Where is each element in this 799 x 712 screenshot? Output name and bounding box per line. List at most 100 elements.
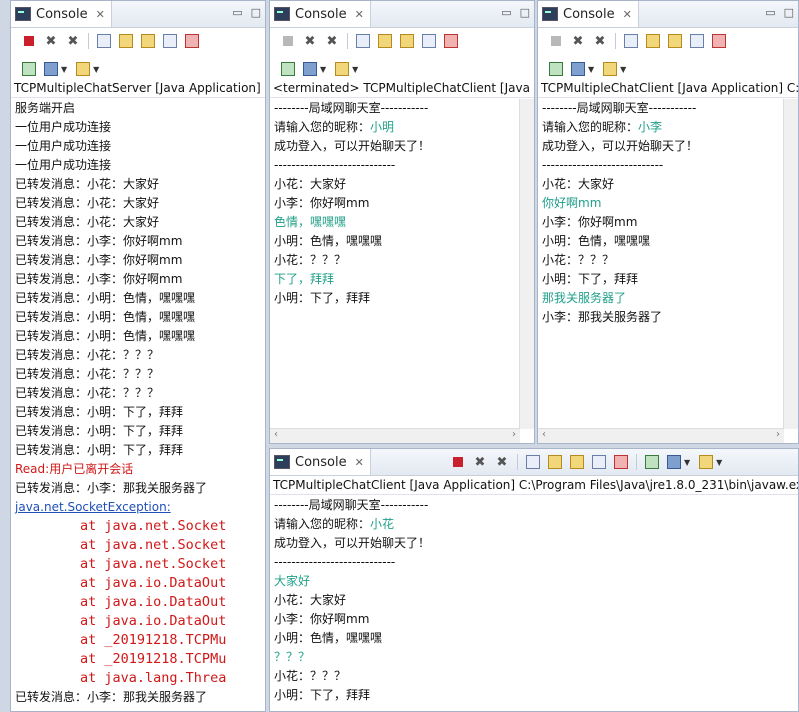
chevron-down-icon[interactable]: ▼ [93,65,99,74]
open-console-button[interactable] [600,59,620,79]
open-console-button[interactable] [696,452,716,472]
chevron-down-icon[interactable]: ▼ [61,65,67,74]
console-line: 已转发消息：小明：色情，嘿嘿嘿 [15,291,196,305]
scroll-lock-button[interactable] [643,31,663,51]
open-console-button[interactable] [332,59,352,79]
word-wrap-button[interactable] [665,31,685,51]
pin-console-button[interactable] [546,59,566,79]
console-line: --------局域网聊天室----------- [542,101,697,115]
close-icon[interactable]: ✕ [355,8,364,21]
console-tab[interactable]: Console ✕ [270,1,371,27]
console-output[interactable]: --------局域网聊天室----------- 请输入您的昵称：小花成功登入，… [270,496,798,711]
chevron-down-icon[interactable]: ▼ [352,65,358,74]
terminate-button[interactable] [448,452,468,472]
display-console-button[interactable] [300,59,320,79]
display-console-button[interactable] [568,59,588,79]
maximize-icon[interactable]: □ [784,6,794,19]
console-line: --------局域网聊天室----------- [274,101,429,115]
monitor-icon [303,62,317,76]
console-line: --------局域网聊天室----------- [274,498,429,512]
word-wrap-button[interactable] [397,31,417,51]
remove-launch-button[interactable]: ✖ [41,31,61,51]
console-output[interactable]: 服务端开启 一位用户成功连接 一位用户成功连接 一位用户成功连接 已转发消息：小花：大家… [11,99,265,711]
vertical-scrollbar[interactable] [783,99,798,429]
word-wrap-button[interactable] [567,452,587,472]
maximize-icon[interactable]: □ [251,6,261,19]
minimize-icon[interactable]: ▭ [501,6,511,19]
show-stderr-button[interactable] [709,31,729,51]
console-output[interactable]: --------局域网聊天室----------- 请输入您的昵称：小李 成功登入，… [538,99,784,429]
console-tab[interactable]: Console ✕ [538,1,639,27]
clear-console-button[interactable] [621,31,641,51]
console-tab[interactable]: Console ✕ [270,449,371,475]
console-line: 小明：下了，拜拜 [274,291,371,305]
display-console-button[interactable] [41,59,61,79]
tab-bar: Console ✕ ▭ □ [538,1,798,28]
console-output[interactable]: --------局域网聊天室----------- 请输入您的昵称：小明 成功登入，… [270,99,520,429]
remove-all-button[interactable]: ✖ [492,452,512,472]
console-line: 色情，嘿嘿嘿 [274,215,347,229]
show-stderr-button[interactable] [182,31,202,51]
console-line: 成功登入，可以开始聊天了！ [274,536,431,550]
console-line: at java.net.Socket [15,537,227,553]
console-line: 已转发消息：小李：你好啊mm [15,272,183,286]
pin-console-button[interactable] [642,452,662,472]
scroll-left-icon[interactable]: ‹ [542,429,546,440]
vertical-scrollbar[interactable] [519,99,534,429]
show-stdout-button[interactable] [419,31,439,51]
close-icon[interactable]: ✕ [623,8,632,21]
scroll-left-icon[interactable]: ‹ [274,429,278,440]
scroll-lock-button[interactable] [375,31,395,51]
scroll-right-icon[interactable]: › [776,429,780,440]
scroll-lock-icon [119,34,133,48]
remove-all-button[interactable]: ✖ [322,31,342,51]
remove-all-button[interactable]: ✖ [590,31,610,51]
maximize-icon[interactable]: □ [520,6,530,19]
console-line: 请输入您的昵称：小花 [274,517,395,531]
clear-console-button[interactable] [353,31,373,51]
scroll-lock-button[interactable] [116,31,136,51]
clear-console-button[interactable] [94,31,114,51]
show-stdout-button[interactable] [687,31,707,51]
minimize-icon[interactable]: ▭ [765,6,775,19]
console-line: 已转发消息：小明：下了，拜拜 [15,424,184,438]
word-wrap-button[interactable] [138,31,158,51]
terminate-button[interactable] [19,31,39,51]
open-console-button[interactable] [73,59,93,79]
remove-launch-button[interactable]: ✖ [568,31,588,51]
clear-console-button[interactable] [523,452,543,472]
pin-console-button[interactable] [19,59,39,79]
show-stdout-button[interactable] [589,452,609,472]
console-line: 下了，拜拜 [274,272,335,286]
terminate-button[interactable] [546,31,566,51]
show-stderr-button[interactable] [611,452,631,472]
remove-launch-button[interactable]: ✖ [470,452,490,472]
console-tab[interactable]: Console ✕ [11,1,112,27]
remove-launch-button[interactable]: ✖ [300,31,320,51]
server-console-pane: Console ✕ ▭ □ ✖ ✖ ▼ ▼ TCPMultipleChatServe… [10,0,266,712]
display-console-button[interactable] [664,452,684,472]
process-header: TCPMultipleChatClient [Java Application]… [270,476,798,495]
show-stderr-button[interactable] [441,31,461,51]
close-icon[interactable]: ✕ [96,8,105,21]
stderr-icon [444,34,458,48]
console-line: 小李：你好啊mm [542,215,638,229]
chevron-down-icon[interactable]: ▼ [620,65,626,74]
minimize-icon[interactable]: ▭ [232,6,242,19]
chevron-down-icon[interactable]: ▼ [684,458,690,467]
chevron-down-icon[interactable]: ▼ [320,65,326,74]
pin-console-button[interactable] [278,59,298,79]
console-line: 小花：？？？ [274,669,347,683]
console-line: 已转发消息：小李：那我关服务器了 [15,481,208,495]
horizontal-scrollbar[interactable]: ‹ › [538,428,784,443]
remove-all-button[interactable]: ✖ [63,31,83,51]
chevron-down-icon[interactable]: ▼ [588,65,594,74]
scroll-right-icon[interactable]: › [512,429,516,440]
show-stdout-button[interactable] [160,31,180,51]
horizontal-scrollbar[interactable]: ‹ › [270,428,520,443]
terminate-button[interactable] [278,31,298,51]
close-icon[interactable]: ✕ [355,456,364,469]
console-line: 已转发消息：小花：大家好 [15,177,160,191]
scroll-lock-button[interactable] [545,452,565,472]
chevron-down-icon[interactable]: ▼ [716,458,722,467]
